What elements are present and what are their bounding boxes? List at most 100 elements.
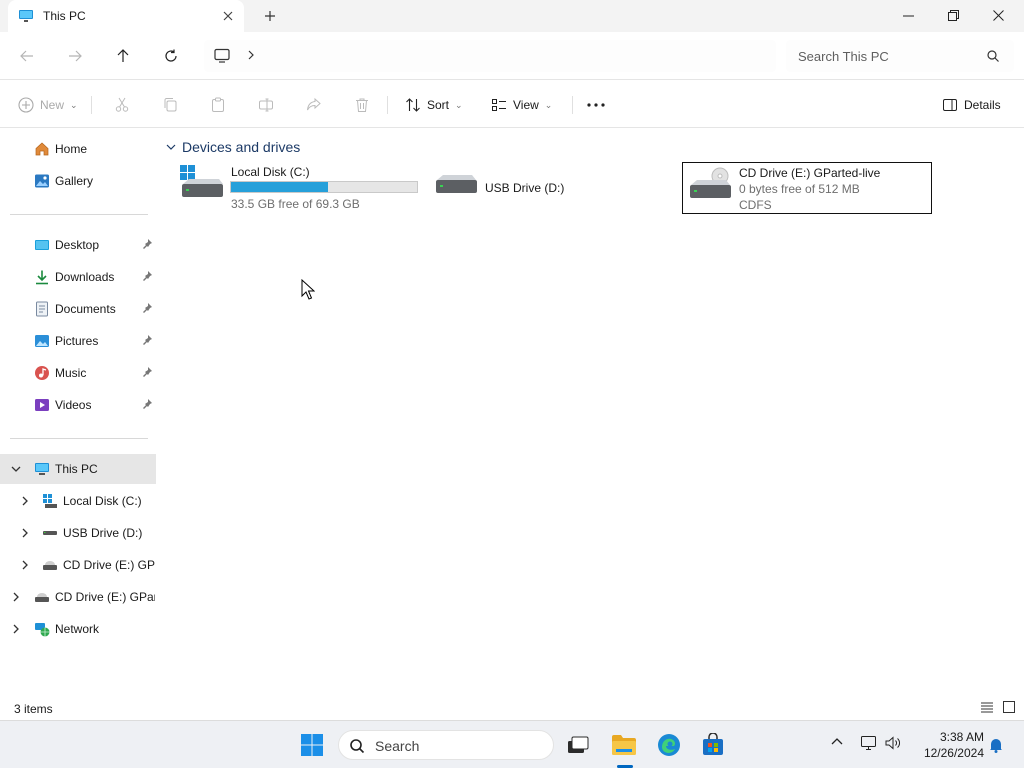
chevron-right-icon[interactable] [246, 48, 256, 62]
taskbar-search[interactable]: Search [338, 730, 554, 760]
tab-this-pc[interactable]: This PC [8, 0, 244, 32]
divider [10, 438, 148, 439]
sidebar-item-label: Pictures [55, 334, 99, 348]
refresh-icon[interactable] [159, 44, 183, 68]
sidebar-item-network[interactable]: Network [0, 614, 156, 644]
sidebar-item-local-disk[interactable]: Local Disk (C:) [0, 486, 156, 516]
rename-icon[interactable] [258, 93, 274, 117]
search-box[interactable]: Search This PC [786, 40, 1014, 72]
sidebar-item-cd-drive-root[interactable]: CD Drive (E:) GParted-live [0, 582, 156, 612]
sidebar-item-this-pc[interactable]: This PC [0, 454, 156, 484]
pin-icon[interactable] [141, 398, 153, 410]
pin-icon[interactable] [141, 334, 153, 346]
notification-bell-icon[interactable] [989, 737, 1003, 753]
volume-icon[interactable] [884, 735, 902, 751]
close-icon[interactable] [975, 0, 1021, 30]
details-button[interactable]: Details [942, 93, 1001, 117]
cd-drive-icon [690, 167, 731, 198]
close-icon[interactable] [218, 6, 238, 26]
delete-icon[interactable] [354, 93, 370, 117]
arrow-left-icon[interactable] [15, 44, 39, 68]
sidebar-item-videos[interactable]: Videos [0, 390, 156, 420]
search-input[interactable]: Search This PC [798, 49, 889, 64]
this-pc-icon [35, 463, 49, 475]
sidebar-item-label: Videos [55, 398, 92, 412]
pin-icon[interactable] [141, 302, 153, 314]
paste-icon[interactable] [210, 93, 226, 117]
separator [572, 96, 573, 114]
clock[interactable]: 3:38 AM 12/26/2024 [914, 729, 984, 761]
drive-usage-bar [230, 181, 418, 193]
sort-icon [406, 98, 420, 112]
separator [91, 96, 92, 114]
copy-icon[interactable] [162, 93, 178, 117]
chevron-up-icon[interactable] [830, 735, 844, 749]
sidebar-item-music[interactable]: Music [0, 358, 156, 388]
taskbar-search-label: Search [375, 738, 420, 754]
pin-icon[interactable] [141, 270, 153, 282]
pin-icon[interactable] [141, 366, 153, 378]
sidebar-item-downloads[interactable]: Downloads [0, 262, 156, 292]
sort-button[interactable]: Sort ⌄ [405, 93, 463, 117]
chevron-down-icon[interactable] [10, 463, 22, 475]
monitor-icon [214, 48, 230, 63]
chevron-right-icon[interactable] [19, 495, 31, 507]
drive-tile-usb-drive[interactable]: USB Drive (D:) [430, 162, 670, 214]
drive-tile-local-disk[interactable]: Local Disk (C:) 33.5 GB free of 69.3 GB [176, 162, 426, 214]
drive-name: CD Drive (E:) GParted-live [739, 166, 881, 180]
see-more-button[interactable] [586, 93, 606, 117]
sidebar-item-pictures[interactable]: Pictures [0, 326, 156, 356]
chevron-right-icon[interactable] [19, 559, 31, 571]
drive-filesystem: CDFS [739, 198, 772, 212]
drive-name: Local Disk (C:) [231, 165, 310, 179]
share-icon[interactable] [306, 93, 322, 117]
chevron-right-icon[interactable] [10, 591, 22, 603]
item-count: 3 items [14, 702, 53, 716]
sidebar-item-home[interactable]: Home [0, 134, 156, 164]
divider [10, 214, 148, 215]
drive-tile-cd-drive[interactable]: CD Drive (E:) GParted-live 0 bytes free … [682, 162, 932, 214]
file-view: Devices and drives Local Disk (C:) 33.5 … [158, 128, 1024, 694]
windows-logo-icon [301, 734, 323, 756]
view-list-icon [492, 99, 506, 111]
sidebar-item-label: USB Drive (D:) [63, 526, 143, 540]
store-icon [703, 733, 723, 755]
start-button[interactable] [296, 729, 328, 761]
tab-title: This PC [43, 9, 86, 23]
sidebar-item-usb-drive[interactable]: USB Drive (D:) [0, 518, 156, 548]
chevron-right-icon[interactable] [19, 527, 31, 539]
sidebar-item-desktop[interactable]: Desktop [0, 230, 156, 260]
sidebar-item-cd-drive[interactable]: CD Drive (E:) GParted-live [0, 550, 156, 580]
sidebar-item-gallery[interactable]: Gallery [0, 166, 156, 196]
documents-icon [36, 301, 48, 317]
mouse-cursor-icon [301, 279, 315, 300]
task-view-button[interactable] [562, 729, 594, 761]
monitor-icon [19, 10, 33, 22]
plus-icon[interactable] [260, 6, 280, 26]
arrow-right-icon[interactable] [63, 44, 87, 68]
search-icon [987, 50, 999, 62]
network-status-icon[interactable] [860, 735, 878, 751]
pin-icon[interactable] [141, 238, 153, 250]
address-bar[interactable] [204, 40, 776, 72]
sidebar-item-documents[interactable]: Documents [0, 294, 156, 324]
group-header[interactable]: Devices and drives [166, 139, 300, 155]
sidebar-item-label: Gallery [55, 174, 94, 188]
arrow-up-icon[interactable] [111, 44, 135, 68]
new-button[interactable]: New ⌄ [18, 93, 78, 117]
file-explorer-button[interactable] [608, 729, 640, 761]
tiles-view-icon[interactable] [1002, 700, 1016, 714]
desktop-icon [35, 240, 49, 250]
edge-button[interactable] [653, 729, 685, 761]
minimize-icon[interactable] [885, 0, 931, 30]
sidebar-item-label: This PC [55, 462, 98, 476]
title-bar: This PC [0, 0, 1024, 32]
view-button[interactable]: View ⌄ [491, 93, 552, 117]
sidebar-item-label: Music [55, 366, 87, 380]
restore-icon[interactable] [930, 0, 976, 30]
windows-drive-icon [180, 165, 223, 197]
cut-icon[interactable] [114, 93, 130, 117]
details-view-icon[interactable] [980, 700, 994, 714]
chevron-right-icon[interactable] [10, 623, 22, 635]
store-button[interactable] [697, 729, 729, 761]
